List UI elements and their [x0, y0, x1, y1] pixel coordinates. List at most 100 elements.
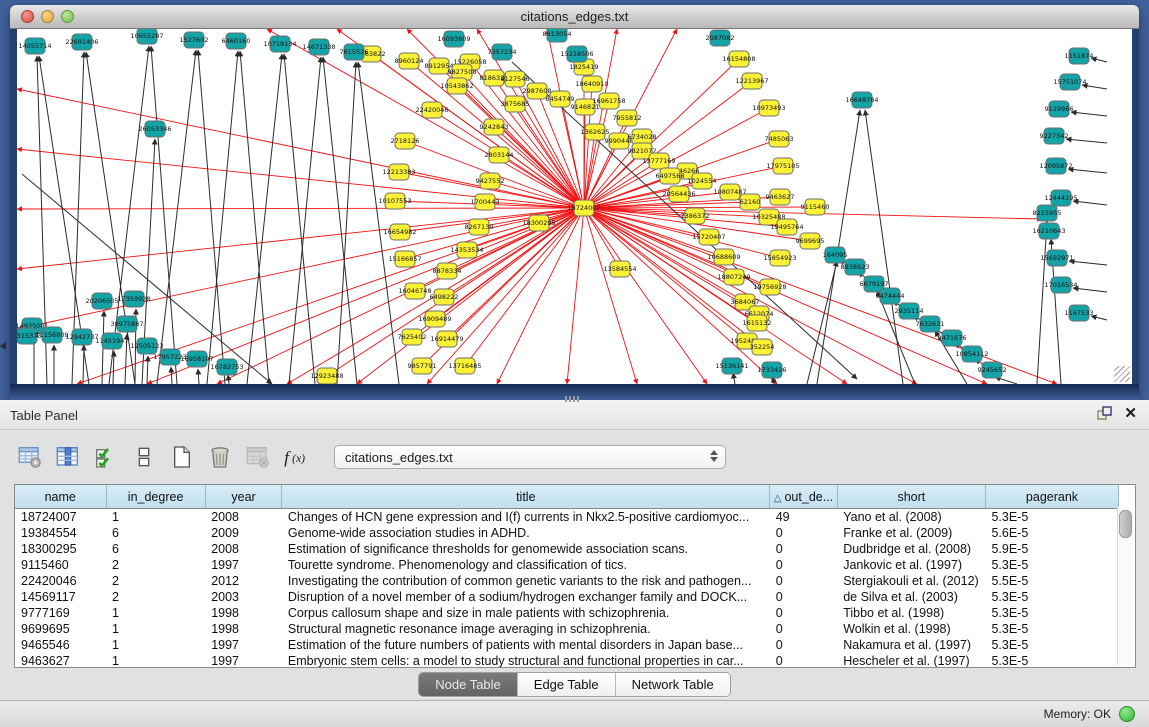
graph-node[interactable]: 26053346	[138, 121, 171, 137]
graph-node[interactable]: 14671338	[302, 39, 335, 55]
table-cell[interactable]: 5.3E-5	[985, 637, 1118, 653]
table-cell[interactable]: Investigating the contribution of common…	[282, 573, 770, 589]
graph-node[interactable]: 10655287	[130, 29, 163, 44]
graph-node[interactable]: 16782753	[210, 359, 243, 375]
graph-node[interactable]: 7485063	[765, 131, 794, 147]
graph-node[interactable]: 9129986	[1045, 101, 1074, 117]
new-table-icon[interactable]	[168, 443, 196, 471]
graph-node[interactable]: 8960124	[395, 53, 424, 69]
graph-node[interactable]: 3875685	[501, 96, 530, 112]
table-cell[interactable]: Nakamura et al. (1997)	[837, 637, 985, 653]
graph-node[interactable]: 15166857	[388, 251, 421, 267]
table-cell[interactable]: Embryonic stem cells: a model to study s…	[282, 653, 770, 668]
table-row[interactable]: 1456911722003Disruption of a novel membe…	[15, 589, 1119, 605]
graph-node[interactable]: 15751074	[1053, 74, 1086, 90]
table-cell[interactable]: 5.3E-5	[985, 589, 1118, 605]
graph-node[interactable]: 352254	[750, 339, 775, 355]
graph-node[interactable]: 7625402	[398, 329, 427, 345]
graph-node[interactable]: 11451947	[95, 333, 128, 349]
table-row[interactable]: 969969511998Structural magnetic resonanc…	[15, 621, 1119, 637]
graph-node[interactable]: 13584554	[603, 261, 636, 277]
graph-node[interactable]: 7632621	[916, 316, 945, 332]
table-cell[interactable]: 0	[770, 525, 837, 541]
graph-node[interactable]: 7955812	[613, 110, 642, 126]
select-columns-icon[interactable]	[54, 443, 82, 471]
graph-node[interactable]: 10973493	[752, 100, 785, 116]
network-window-titlebar[interactable]: citations_edges.txt	[10, 5, 1139, 29]
table-cell[interactable]: 1	[106, 621, 205, 637]
graph-node[interactable]: 9115460	[801, 199, 830, 215]
table-cell[interactable]: 5.5E-5	[985, 573, 1118, 589]
table-cell[interactable]: Franke et al. (2009)	[837, 525, 985, 541]
table-cell[interactable]: 0	[770, 557, 837, 573]
column-header-short[interactable]: short	[837, 485, 985, 509]
table-cell[interactable]: 18724007	[15, 509, 106, 526]
graph-node[interactable]: 7357234	[488, 44, 517, 60]
table-cell[interactable]: 5.3E-5	[985, 605, 1118, 621]
table-cell[interactable]: 1997	[205, 653, 282, 668]
table-cell[interactable]: 2009	[205, 525, 282, 541]
table-cell[interactable]: 9777169	[15, 605, 106, 621]
table-cell[interactable]: 5.3E-5	[985, 653, 1118, 668]
graph-node[interactable]: 15854923	[763, 250, 796, 266]
table-cell[interactable]: Changes of HCN gene expression and I(f) …	[282, 509, 770, 526]
table-cell[interactable]: 1	[106, 605, 205, 621]
table-cell[interactable]: 2	[106, 573, 205, 589]
table-cell[interactable]: 2	[106, 557, 205, 573]
graph-node[interactable]: 10719134	[263, 36, 296, 52]
table-cell[interactable]: 19384554	[15, 525, 106, 541]
graph-node[interactable]: 8813054	[543, 29, 572, 42]
table-cell[interactable]: de Silva et al. (2003)	[837, 589, 985, 605]
table-cell[interactable]: 9699695	[15, 621, 106, 637]
column-header-pagerank[interactable]: pagerank	[985, 485, 1118, 509]
graph-node[interactable]: 16914479	[430, 331, 463, 347]
graph-node[interactable]: 8215955	[1033, 205, 1062, 221]
column-header-title[interactable]: title	[282, 485, 770, 509]
table-cell[interactable]: 0	[770, 589, 837, 605]
table-cell[interactable]: 1998	[205, 605, 282, 621]
graph-node[interactable]: 14055714	[18, 38, 51, 54]
table-cell[interactable]: Hescheler et al. (1997)	[837, 653, 985, 668]
table-cell[interactable]: 2008	[205, 541, 282, 557]
column-header-out_de[interactable]: △out_de...	[770, 485, 837, 509]
table-cell[interactable]: 1997	[205, 557, 282, 573]
table-cell[interactable]: Genome-wide association studies in ADHD.	[282, 525, 770, 541]
graph-node[interactable]: 12923488	[310, 368, 343, 384]
table-settings-icon[interactable]	[16, 443, 44, 471]
table-cell[interactable]: 1998	[205, 621, 282, 637]
table-cell[interactable]: Wolkin et al. (1998)	[837, 621, 985, 637]
table-cell[interactable]: 2	[106, 589, 205, 605]
function-builder-icon[interactable]: f(x)	[282, 443, 310, 471]
graph-node[interactable]: 6460160	[222, 33, 251, 49]
divider-grip[interactable]	[565, 396, 581, 402]
table-cell[interactable]: 9115460	[15, 557, 106, 573]
panel-collapse-arrow[interactable]	[0, 342, 6, 350]
table-cell[interactable]: 18300295	[15, 541, 106, 557]
merge-rows-icon[interactable]	[130, 443, 158, 471]
tab-node-table[interactable]: Node Table	[419, 673, 518, 696]
graph-node[interactable]: 1151874	[1065, 48, 1094, 64]
table-row[interactable]: 977716911998Corpus callosum shape and si…	[15, 605, 1119, 621]
graph-node[interactable]: 62160	[740, 194, 761, 210]
table-row[interactable]: 1830029562008Estimation of significance …	[15, 541, 1119, 557]
table-cell[interactable]: 5.6E-5	[985, 525, 1118, 541]
graph-node[interactable]: 9474444	[876, 288, 905, 304]
window-resize-grip[interactable]	[1114, 366, 1130, 382]
graph-node[interactable]: 9242843	[480, 119, 509, 135]
table-cell[interactable]: 6	[106, 525, 205, 541]
table-cell[interactable]: 6	[106, 541, 205, 557]
table-cell[interactable]: 1	[106, 653, 205, 668]
delete-table-icon[interactable]	[206, 443, 234, 471]
graph-node[interactable]: 6497568	[656, 168, 685, 184]
table-cell[interactable]: 5.9E-5	[985, 541, 1118, 557]
table-cell[interactable]: Estimation of significance thresholds fo…	[282, 541, 770, 557]
graph-node[interactable]: 1527602	[180, 32, 209, 48]
column-header-in_degree[interactable]: in_degree	[106, 485, 205, 509]
float-panel-icon[interactable]	[1097, 406, 1112, 421]
table-cell[interactable]: Corpus callosum shape and size in male p…	[282, 605, 770, 621]
table-row[interactable]: 2242004622012Investigating the contribut…	[15, 573, 1119, 589]
graph-node[interactable]: 1167533	[1065, 305, 1094, 321]
scrollbar-thumb[interactable]	[1119, 510, 1132, 538]
graph-node[interactable]: 2087082	[706, 30, 735, 46]
table-cell[interactable]: 2008	[205, 509, 282, 526]
